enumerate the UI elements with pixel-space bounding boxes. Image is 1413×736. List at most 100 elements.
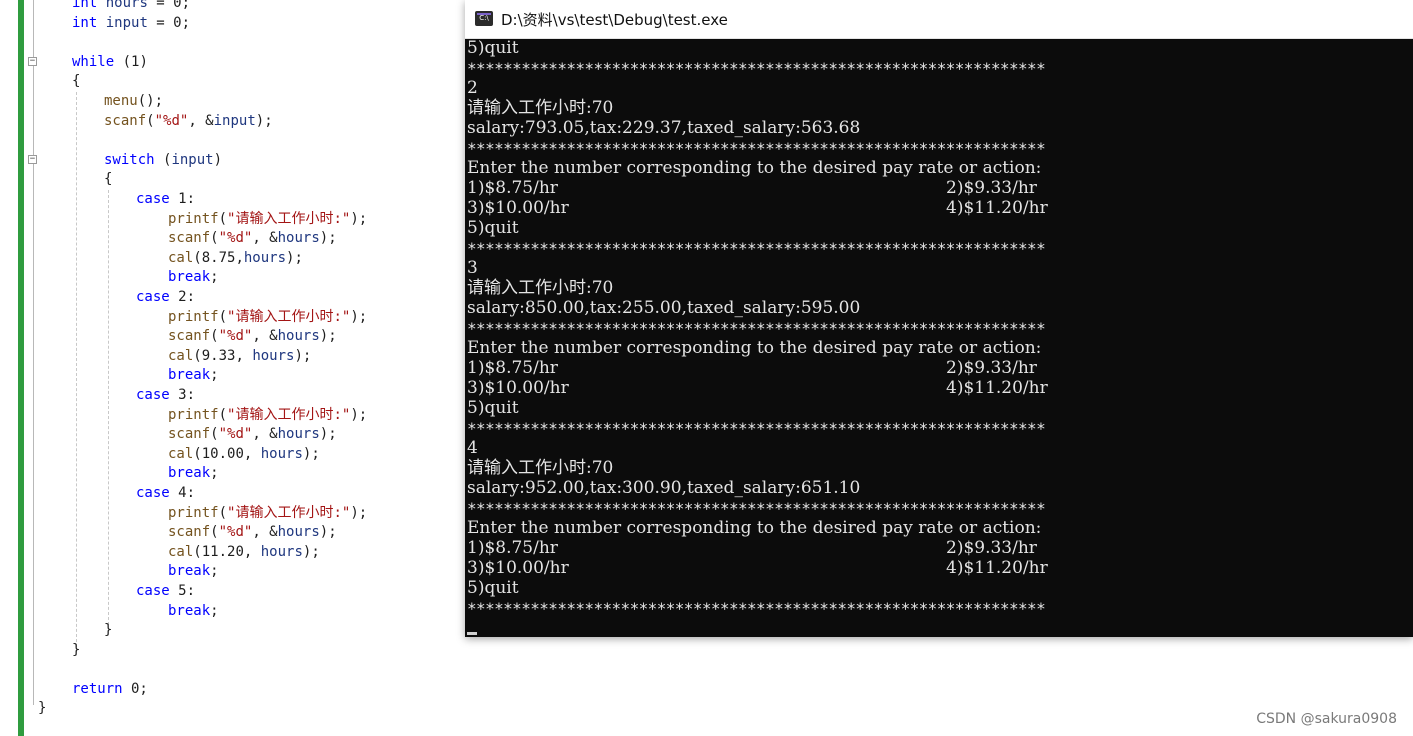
console-separator: ****************************************… [467, 139, 1046, 158]
code-token: (10.00, [193, 445, 261, 462]
code-line: break; [168, 366, 219, 384]
code-token: ( [218, 210, 228, 227]
code-token: cal [168, 543, 194, 560]
console-title: D:\资料\vs\test\Debug\test.exe [501, 11, 728, 29]
console-text: 3)$10.00/hr [467, 198, 569, 218]
code-token: (); [137, 93, 164, 109]
indent-guide [76, 92, 77, 652]
code-token: scanf [168, 230, 211, 247]
code-token: ) [213, 151, 223, 168]
console-titlebar[interactable]: C:\ D:\资料\vs\test\Debug\test.exe [465, 0, 1413, 39]
code-line: menu(); [104, 92, 163, 110]
console-line: Enter the number corresponding to the de… [467, 158, 1041, 178]
code-editor[interactable]: − − int hours = 0; int input = 0; while (1… [0, 0, 470, 736]
console-text: Enter the number corresponding to the de… [467, 338, 1042, 358]
code-token: ( [218, 504, 228, 521]
code-token: "%d" [154, 112, 189, 129]
console-window[interactable]: C:\ D:\资料\vs\test\Debug\test.exe 5)quit *… [465, 0, 1413, 637]
console-text: salary:850.00,tax:255.00,taxed_salary:59… [467, 298, 861, 318]
console-line: Enter the number corresponding to the de… [467, 338, 1041, 358]
code-token: "%d" [218, 524, 253, 541]
code-token: "%d" [218, 230, 253, 247]
function-close-brace: } [38, 700, 47, 716]
code-token: ( [146, 112, 155, 129]
code-line: scanf("%d", &hours); [168, 425, 337, 443]
console-line: 请输入工作小时:70 [467, 98, 613, 118]
console-text: 5)quit [467, 578, 519, 598]
console-line: 5)quit [467, 578, 519, 598]
console-text-col2: 2)$9.33/hr [946, 358, 1037, 378]
code-token: "%d" [218, 328, 253, 345]
code-token: printf [168, 308, 219, 325]
code-token: hours [277, 524, 320, 541]
console-text-col2: 2)$9.33/hr [946, 178, 1037, 198]
console-text-col2: 4)$11.20/hr [946, 378, 1048, 398]
code-token: , & [252, 426, 278, 443]
code-line: case 4: [136, 484, 195, 502]
console-separator: ****************************************… [467, 319, 1046, 338]
code-token: (9.33, [193, 347, 253, 364]
code-token: , & [188, 112, 214, 129]
code-token: int [72, 0, 98, 11]
code-token: break [168, 602, 211, 619]
collapse-while-block-icon[interactable]: − [28, 57, 37, 66]
code-token: scanf [168, 426, 211, 443]
code-token: int [72, 14, 98, 31]
code-token: break [168, 367, 211, 384]
code-token: 3: [169, 387, 196, 403]
console-app-icon: C:\ [475, 11, 493, 26]
console-text: 4 [467, 438, 478, 458]
console-line: salary:952.00,tax:300.90,taxed_salary:65… [467, 478, 860, 498]
code-token: ; [210, 269, 219, 286]
code-token: hours [277, 230, 320, 247]
code-token: 4: [169, 485, 196, 501]
code-token: ); [319, 426, 337, 443]
code-token: { [72, 73, 81, 90]
console-line: 3 [467, 258, 478, 278]
code-line: cal(10.00, hours); [168, 445, 320, 463]
code-token: 5: [169, 583, 196, 599]
console-text: Enter the number corresponding to the de… [467, 158, 1042, 178]
code-token: return [72, 681, 123, 697]
code-line: cal(8.75,hours); [168, 249, 303, 267]
code-token: ); [350, 210, 368, 227]
code-token: case [136, 191, 170, 207]
console-cursor [467, 632, 477, 635]
code-token: cal [168, 249, 194, 266]
console-line: 请输入工作小时:70 [467, 458, 613, 478]
console-text: salary:952.00,tax:300.90,taxed_salary:65… [467, 478, 861, 498]
code-token: ( [210, 426, 219, 443]
code-token: case [136, 485, 170, 501]
code-line: printf("请输入工作小时:"); [168, 210, 367, 228]
code-token: = 0; [147, 0, 191, 11]
code-token: ); [319, 524, 337, 541]
code-token: printf [168, 210, 219, 227]
console-line: Enter the number corresponding to the de… [467, 518, 1041, 538]
code-token: ); [255, 112, 273, 129]
collapse-switch-block-icon[interactable]: − [28, 155, 37, 164]
console-output[interactable]: 5)quit **********************************… [465, 38, 1413, 637]
console-text: 1)$8.75/hr [467, 178, 558, 198]
code-token: } [72, 641, 81, 658]
code-token: printf [168, 406, 219, 423]
console-line: 1)$8.75/hr 2)$9.33/hr [467, 178, 1037, 198]
code-line: break; [168, 562, 219, 580]
code-line: printf("请输入工作小时:"); [168, 308, 367, 326]
console-separator: ****************************************… [467, 499, 1046, 518]
console-separator: ****************************************… [467, 59, 1046, 78]
console-line: 5)quit [467, 38, 519, 58]
console-line: 3)$10.00/hr 4)$11.20/hr [467, 198, 1048, 218]
console-text-col2: 4)$11.20/hr [946, 558, 1048, 578]
console-line: 1)$8.75/hr 2)$9.33/hr [467, 358, 1037, 378]
code-token: break [168, 563, 211, 580]
console-separator: ****************************************… [467, 419, 1046, 438]
outline-fold-line-end [33, 655, 34, 705]
console-line: 4 [467, 438, 478, 458]
console-text-col2: 4)$11.20/hr [946, 198, 1048, 218]
console-text: salary:793.05,tax:229.37,taxed_salary:56… [467, 118, 861, 138]
console-line: salary:793.05,tax:229.37,taxed_salary:56… [467, 118, 860, 138]
code-token: case [136, 387, 170, 403]
code-token: (11.20, [193, 543, 261, 560]
code-line: } [72, 641, 80, 659]
code-token: cal [168, 347, 194, 364]
